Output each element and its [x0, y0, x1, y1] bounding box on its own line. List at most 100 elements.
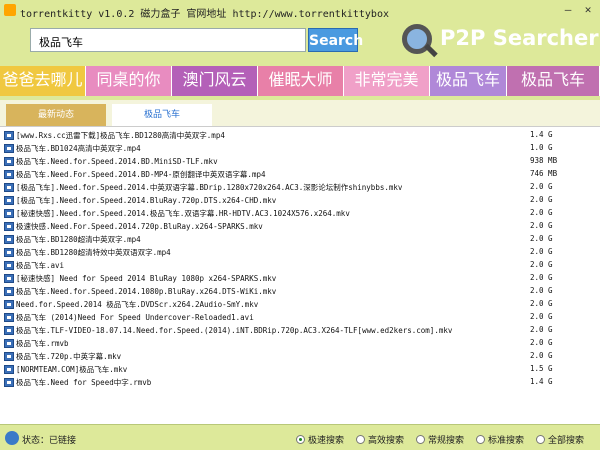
hot-tag[interactable]: 同桌的你	[86, 66, 172, 96]
minimize-button[interactable]: —	[560, 3, 576, 17]
hot-tag[interactable]: 极品飞车	[507, 66, 600, 96]
video-file-icon	[4, 365, 14, 374]
result-row[interactable]: 极品飞车.avi 2.0 G	[0, 259, 600, 272]
result-size: 2.0 G	[530, 182, 553, 191]
result-row[interactable]: [秘速快感] Need for Speed 2014 BluRay 1080p …	[0, 272, 600, 285]
result-size: 1.4 G	[530, 130, 553, 139]
result-row[interactable]: [极品飞车].Need.for.Speed.2014.BluRay.720p.D…	[0, 194, 600, 207]
close-button[interactable]: ✕	[580, 3, 596, 17]
result-row[interactable]: 极品飞车.rmvb 2.0 G	[0, 337, 600, 350]
app-window: torrentkitty v1.0.2 磁力盒子 官网地址 http://www…	[0, 0, 600, 450]
result-row[interactable]: [秘速快感].Need.for.Speed.2014.极品飞车.双语字幕.HR-…	[0, 207, 600, 220]
result-row[interactable]: 极速快感.Need.For.Speed.2014.720p.BluRay.x26…	[0, 220, 600, 233]
hot-tag[interactable]: 澳门风云	[172, 66, 258, 96]
result-row[interactable]: [www.Rxs.cc迅雷下载]极品飞车.BD1280高清中英双字.mp4 1.4…	[0, 129, 600, 142]
result-row[interactable]: 极品飞车.Need.For.Speed.2014.BD-MP4-原创翻译中英双语…	[0, 168, 600, 181]
video-file-icon	[4, 313, 14, 322]
result-row[interactable]: 极品飞车.BD1024高清中英双字.mp4 1.0 G	[0, 142, 600, 155]
result-row[interactable]: 极品飞车.Need.for.Speed.2014.1080p.BluRay.x2…	[0, 285, 600, 298]
result-size: 1.5 G	[530, 364, 553, 373]
brand-name: P2P Searcher	[440, 26, 599, 50]
result-name: Need.for.Speed.2014 极品飞车.DVDScr.x264.2Au…	[16, 300, 259, 309]
search-mode-radio[interactable]: 极速搜索	[296, 433, 344, 446]
search-header: 极品飞车 Search P2P Searcher	[0, 22, 600, 66]
video-file-icon	[4, 287, 14, 296]
video-file-icon	[4, 183, 14, 192]
result-size: 2.0 G	[530, 208, 553, 217]
search-mode-radio[interactable]: 常规搜索	[416, 433, 464, 446]
result-size: 1.0 G	[530, 143, 553, 152]
result-name: 极品飞车 (2014)Need For Speed Undercover-Rel…	[16, 313, 254, 322]
result-name: [NORMTEAM.COM]极品飞车.mkv	[16, 365, 128, 374]
result-size: 2.0 G	[530, 351, 553, 360]
result-row[interactable]: 极品飞车 (2014)Need For Speed Undercover-Rel…	[0, 311, 600, 324]
result-row[interactable]: Need.for.Speed.2014 极品飞车.DVDScr.x264.2Au…	[0, 298, 600, 311]
connection-icon	[5, 431, 19, 445]
radio-dot-icon	[296, 435, 305, 444]
result-name: 极品飞车.720p.中英字幕.mkv	[16, 352, 122, 361]
result-row[interactable]: [极品飞车].Need.for.Speed.2014.中英双语字幕.BDrip.…	[0, 181, 600, 194]
search-mode-radio[interactable]: 全部搜索	[536, 433, 584, 446]
search-mode-radio[interactable]: 标准搜索	[476, 433, 524, 446]
search-mode-label: 标准搜索	[488, 436, 525, 446]
title-bar: torrentkitty v1.0.2 磁力盒子 官网地址 http://www…	[0, 0, 600, 22]
result-size: 2.0 G	[530, 325, 553, 334]
status-bar: 状态：已链接 极速搜索 高效搜索 常规搜索 标准搜索 全部搜索	[0, 424, 600, 450]
radio-dot-icon	[536, 435, 545, 444]
video-file-icon	[4, 261, 14, 270]
radio-dot-icon	[476, 435, 485, 444]
video-file-icon	[4, 300, 14, 309]
video-file-icon	[4, 235, 14, 244]
search-mode-label: 全部搜索	[548, 436, 585, 446]
result-row[interactable]: 极品飞车.720p.中英字幕.mkv 2.0 G	[0, 350, 600, 363]
search-mode-radio[interactable]: 高效搜索	[356, 433, 404, 446]
result-name: [秘速快感].Need.for.Speed.2014.极品飞车.双语字幕.HR-…	[16, 209, 350, 218]
result-name: 极品飞车.BD1024高清中英双字.mp4	[16, 144, 141, 153]
video-file-icon	[4, 144, 14, 153]
search-mode-label: 常规搜索	[428, 436, 465, 446]
video-file-icon	[4, 339, 14, 348]
result-name: 极品飞车.BD1280超清特效中英双语双字.mp4	[16, 248, 171, 257]
result-row[interactable]: 极品飞车.BD1280超清特效中英双语双字.mp4 2.0 G	[0, 246, 600, 259]
hot-tag[interactable]: 爸爸去哪儿	[0, 66, 86, 96]
result-name: 极品飞车.avi	[16, 261, 65, 270]
result-size: 746 MB	[530, 169, 558, 178]
result-name: [www.Rxs.cc迅雷下载]极品飞车.BD1280高清中英双字.mp4	[16, 131, 225, 140]
result-row[interactable]: 极品飞车.Need.for.Speed.2014.BD.MiniSD-TLF.m…	[0, 155, 600, 168]
hot-tag[interactable]: 非常完美	[344, 66, 430, 96]
radio-dot-icon	[416, 435, 425, 444]
result-name: [秘速快感] Need for Speed 2014 BluRay 1080p …	[16, 274, 277, 283]
result-row[interactable]: 极品飞车.BD1280超清中英双字.mp4 2.0 G	[0, 233, 600, 246]
app-icon	[4, 4, 16, 16]
result-row[interactable]: 极品飞车.Need for Speed中字.rmvb 1.4 G	[0, 376, 600, 389]
video-file-icon	[4, 222, 14, 231]
search-mode-label: 高效搜索	[368, 436, 405, 446]
video-file-icon	[4, 170, 14, 179]
status-text: 状态：已链接	[22, 436, 77, 446]
video-file-icon	[4, 196, 14, 205]
tab-latest[interactable]: 最新动态	[6, 104, 106, 126]
window-title: torrentkitty v1.0.2 磁力盒子 官网地址 http://www…	[20, 9, 389, 20]
search-input[interactable]: 极品飞车	[30, 28, 306, 52]
search-button[interactable]: Search	[308, 28, 363, 52]
hot-tag[interactable]: 极品飞车	[430, 66, 507, 96]
result-size: 2.0 G	[530, 312, 553, 321]
result-list: [www.Rxs.cc迅雷下载]极品飞车.BD1280高清中英双字.mp4 1.4…	[0, 126, 600, 424]
result-size: 2.0 G	[530, 247, 553, 256]
result-name: [极品飞车].Need.for.Speed.2014.中英双语字幕.BDrip.…	[16, 183, 403, 192]
result-size: 938 MB	[530, 156, 558, 165]
tab-search-result[interactable]: 极品飞车	[112, 104, 212, 126]
result-row[interactable]: [NORMTEAM.COM]极品飞车.mkv 1.5 G	[0, 363, 600, 376]
result-size: 2.0 G	[530, 221, 553, 230]
video-file-icon	[4, 248, 14, 257]
result-row[interactable]: 极品飞车.TLF-VIDEO-18.07.14.Need.for.Speed.(…	[0, 324, 600, 337]
hot-tags-bar: 爸爸去哪儿 同桌的你 澳门风云 催眠大师 非常完美 极品飞车 极品飞车	[0, 66, 600, 96]
result-size: 1.4 G	[530, 377, 553, 386]
app-logo: P2P Searcher	[400, 22, 600, 62]
result-name: 极品飞车.Need.for.Speed.2014.BD.MiniSD-TLF.m…	[16, 157, 218, 166]
result-name: 极品飞车.TLF-VIDEO-18.07.14.Need.for.Speed.(…	[16, 326, 453, 335]
video-file-icon	[4, 352, 14, 361]
hot-tag[interactable]: 催眠大师	[258, 66, 344, 96]
result-name: 极速快感.Need.For.Speed.2014.720p.BluRay.x26…	[16, 222, 263, 231]
result-name: 极品飞车.Need for Speed中字.rmvb	[16, 378, 152, 387]
